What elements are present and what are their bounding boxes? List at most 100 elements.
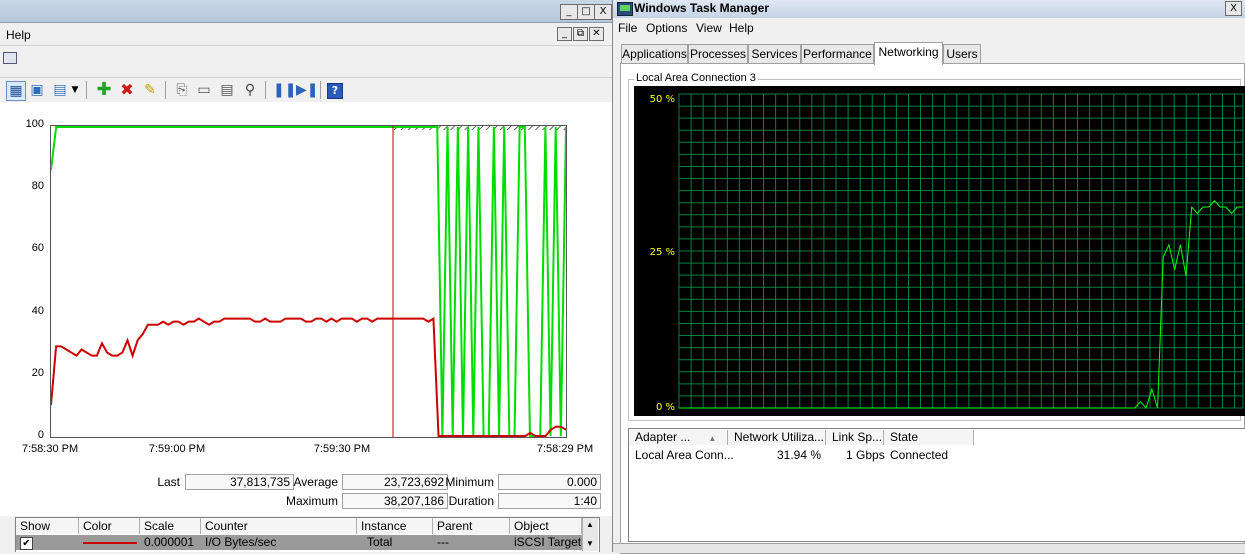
graph-view-icon[interactable]: ▦ <box>6 81 26 101</box>
menu-file[interactable]: File <box>618 21 637 35</box>
scroll-up-icon[interactable]: ▲ <box>586 520 594 529</box>
y-tick-label: 50 % <box>650 94 675 105</box>
taskmgr-app-icon <box>617 2 633 16</box>
tab-applications[interactable]: Applications <box>621 44 688 64</box>
scroll-down-icon[interactable]: ▼ <box>586 539 594 548</box>
freeze-icon[interactable]: ❚❚ <box>273 81 296 99</box>
highlight-icon[interactable]: ✎ <box>141 81 159 99</box>
tab-services[interactable]: Services <box>748 44 801 64</box>
perfmon-menubar: Help _ ⧉ ✕ <box>0 23 612 45</box>
stat-minimum-label: Minimum <box>445 475 494 489</box>
stat-average-label: Average <box>293 475 338 489</box>
column-color[interactable]: Color <box>79 518 140 534</box>
sort-ascending-icon: ▲ <box>708 434 717 443</box>
x-tick-label: 7:58:29 PM <box>536 443 594 455</box>
taskmgr-close-button[interactable]: X <box>1225 1 1242 16</box>
tab-users[interactable]: Users <box>943 44 981 64</box>
taskmgr-window: Windows Task Manager X File Options View… <box>612 0 1245 554</box>
view-type-icon[interactable]: ▤ <box>51 81 69 99</box>
stat-last-value: 37,813,735 <box>185 474 294 490</box>
delete-counter-icon[interactable]: ✖ <box>118 81 136 99</box>
x-tick-label: 7:59:00 PM <box>148 443 206 455</box>
perf-chart-svg <box>50 126 567 437</box>
column-adapter[interactable]: Adapter ... ▲ <box>629 430 728 445</box>
child-close-button[interactable]: ✕ <box>589 27 604 41</box>
copy-icon[interactable]: ⎘ <box>173 81 191 99</box>
y-tick-label: 80 <box>31 180 44 193</box>
y-tick-label: 100 <box>25 118 44 130</box>
maximize-button[interactable]: □ <box>577 4 595 20</box>
column-show[interactable]: Show <box>16 518 79 534</box>
y-tick-label: 20 <box>31 366 44 379</box>
tab-networking[interactable]: Networking <box>874 42 943 65</box>
menu-help[interactable]: Help <box>729 21 754 35</box>
child-minimize-button[interactable]: _ <box>557 27 572 41</box>
menu-options[interactable]: Options <box>646 21 687 35</box>
show-hide-tree-icon[interactable] <box>3 52 17 64</box>
cell-parent: --- <box>437 535 449 549</box>
perfmon-titlebar: _ □ X <box>0 0 612 23</box>
zoom-icon[interactable]: ⚲ <box>241 81 259 99</box>
column-instance[interactable]: Instance <box>357 518 433 534</box>
stat-average-value: 23,723,692 <box>342 474 448 490</box>
counter-color-swatch <box>83 542 137 544</box>
cell-adapter: Local Area Conn... <box>635 448 734 462</box>
perf-graph <box>50 125 567 438</box>
table-scrollbar[interactable]: ▲ ▼ <box>582 518 598 551</box>
stat-maximum-value: 38,207,186 <box>342 493 448 509</box>
tab-performance[interactable]: Performance <box>801 44 874 64</box>
taskmgr-title: Windows Task Manager <box>634 1 770 15</box>
change-graph-icon[interactable]: ▣ <box>28 81 46 99</box>
cell-scale: 0.000001 <box>144 535 195 549</box>
perf-series-0 <box>50 126 567 437</box>
monitor-screen-icon <box>620 5 630 11</box>
cell-object: iSCSI Target D <box>514 535 582 549</box>
y-tick-label: 0 <box>37 429 44 441</box>
paste-icon[interactable]: ▭ <box>195 81 213 99</box>
stat-duration-value: 1:40 <box>498 493 601 509</box>
cell-utilization: 31.94 % <box>777 448 822 462</box>
column-scale[interactable]: Scale <box>140 518 201 534</box>
stat-minimum-value: 0.000 <box>498 474 601 490</box>
dropdown-icon[interactable]: ▼ <box>70 81 80 99</box>
cell-instance: Total <box>367 535 393 549</box>
close-button[interactable]: X <box>594 4 612 20</box>
minimize-button[interactable]: _ <box>560 4 578 20</box>
update-icon[interactable]: ▶❚ <box>296 81 319 99</box>
y-tick-label: 0 % <box>656 402 675 413</box>
column-parent[interactable]: Parent <box>433 518 510 534</box>
properties-icon[interactable]: ▤ <box>218 81 236 99</box>
toolbar-separator <box>320 81 321 99</box>
perfmon-toolbar: ▦ ▣ ▤ ▼ ✚ ✖ ✎ ⎘ ▭ ▤ ⚲ ❚❚ ▶❚ ? <box>0 77 612 103</box>
column-link-speed[interactable]: Link Sp... <box>826 430 884 445</box>
network-graph: 50 % 25 % 0 % <box>634 86 1245 416</box>
column-object[interactable]: Object <box>510 518 582 534</box>
tab-processes[interactable]: Processes <box>688 44 748 64</box>
y-tick-label: 40 <box>31 304 44 317</box>
toolbar-separator <box>165 81 166 99</box>
menu-view[interactable]: View <box>696 21 722 35</box>
cell-link-speed: 1 Gbps <box>846 448 885 462</box>
cell-state: Connected <box>890 448 949 462</box>
column-state[interactable]: State <box>884 430 974 445</box>
x-tick-label: 7:59:30 PM <box>313 443 371 455</box>
y-tick-label: 25 % <box>650 247 675 258</box>
column-counter[interactable]: Counter <box>201 518 357 534</box>
taskmgr-titlebar: Windows Task Manager X <box>613 0 1245 18</box>
show-checkbox[interactable]: ✔ <box>20 537 33 550</box>
stat-last-label: Last <box>157 475 180 489</box>
toolbar-separator <box>86 81 87 99</box>
console-tree-bar <box>0 45 612 68</box>
perfmon-window: _ □ X Help _ ⧉ ✕ ▦ ▣ ▤ ▼ ✚ ✖ ✎ ⎘ ▭ ▤ ⚲ ❚… <box>0 0 612 552</box>
add-counter-icon[interactable]: ✚ <box>95 81 113 99</box>
help-icon[interactable]: ? <box>327 83 343 99</box>
x-tick-label: 7:58:30 PM <box>21 443 79 455</box>
cell-counter: I/O Bytes/sec <box>205 535 277 549</box>
stat-maximum-label: Maximum <box>285 494 338 508</box>
y-tick-label: 60 <box>31 242 44 255</box>
graph-title: Local Area Connection 3 <box>634 72 758 84</box>
menu-help[interactable]: Help <box>6 28 31 42</box>
network-chart-svg: 50 % 25 % 0 % <box>650 93 1244 413</box>
column-network-utilization[interactable]: Network Utiliza... <box>728 430 826 445</box>
child-restore-button[interactable]: ⧉ <box>573 27 588 41</box>
